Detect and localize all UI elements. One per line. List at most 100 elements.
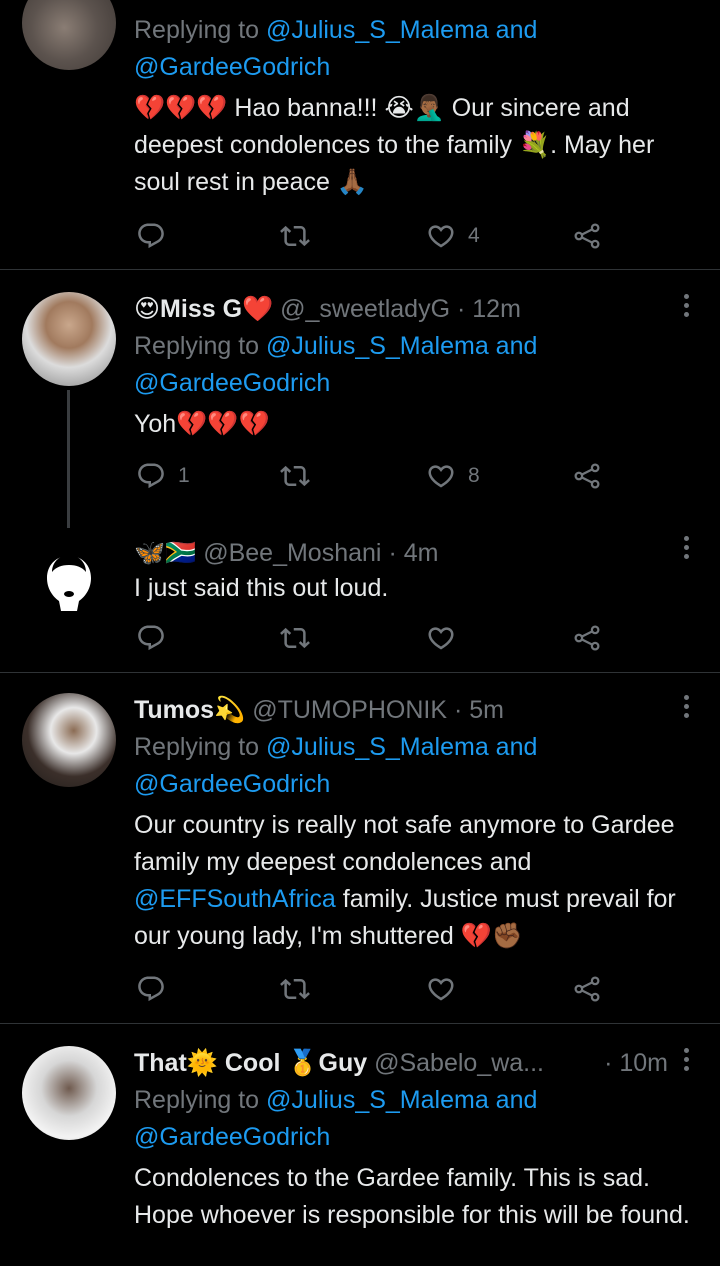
tweet-header: 😍Miss G❤️ @_sweetladyG · 12m [134, 290, 698, 328]
reply-button[interactable] [136, 618, 166, 658]
name-part: Cool [217, 1049, 288, 1077]
and-link[interactable]: and [489, 1086, 538, 1114]
like-button[interactable]: 8 [426, 456, 480, 496]
more-options-button[interactable] [684, 536, 690, 562]
share-button[interactable] [572, 456, 602, 496]
name-emoji: 💫 [214, 696, 246, 724]
reply-count: 1 [178, 464, 190, 487]
timestamp[interactable]: · 10m [604, 1044, 668, 1082]
reply-icon [136, 461, 166, 491]
heart-icon [426, 461, 456, 491]
mention-link[interactable]: @Julius_S_Malema [266, 733, 489, 761]
share-icon [572, 623, 602, 653]
timestamp[interactable]: · 5m [454, 696, 504, 724]
share-icon [572, 974, 602, 1004]
timestamp[interactable]: · 4m [388, 539, 438, 567]
sun-emoji: 🌞 [186, 1049, 218, 1077]
replying-to: Replying to @Julius_S_Malema and @Gardee… [134, 729, 698, 803]
replying-prefix: Replying to [134, 16, 260, 44]
timestamp[interactable]: · 12m [457, 295, 521, 323]
tweet-text: Yoh💔💔💔 [134, 410, 270, 438]
tweet-2[interactable]: 😍Miss G❤️ @_sweetladyG · 12m Replying to… [0, 270, 720, 528]
retweet-icon [280, 221, 310, 251]
retweet-icon [280, 461, 310, 491]
mention-link[interactable]: @EFFSouthAfrica [134, 885, 336, 913]
mention-link[interactable]: @GardeeGodrich [134, 369, 330, 397]
name-part: That [134, 1049, 187, 1077]
avatar[interactable] [22, 292, 116, 386]
share-icon [572, 461, 602, 491]
reply-icon [136, 974, 166, 1004]
replying-prefix: Replying to [134, 733, 260, 761]
more-options-button[interactable] [684, 695, 690, 721]
avatar[interactable] [22, 534, 116, 628]
share-icon [572, 221, 602, 251]
tweet-text: 💔💔💔 Hao banna!!! 😭🤦🏾‍♂️ Our sincere and … [134, 94, 655, 196]
tweet-text: I just said this out loud. [134, 574, 389, 602]
heart-icon [426, 974, 456, 1004]
avatar[interactable] [22, 693, 116, 787]
tweet-header: Tumos💫 @TUMOPHONIK · 5m [134, 691, 698, 729]
reply-icon [136, 221, 166, 251]
retweet-button[interactable] [280, 618, 310, 658]
like-count: 4 [468, 224, 480, 247]
retweet-button[interactable] [280, 216, 310, 256]
tweet-5[interactable]: That🌞 Cool 🥇Guy @Sabelo_wa... · 10m Repl… [0, 1024, 720, 1266]
reply-button[interactable] [136, 969, 166, 1009]
medal-emoji: 🥇 [287, 1049, 319, 1077]
tweet-3[interactable]: 🦋🇿🇦 @Bee_Moshani · 4m I just said this o… [0, 512, 720, 672]
more-options-button[interactable] [684, 294, 690, 320]
display-name[interactable]: That🌞 Cool 🥇Guy [134, 1049, 367, 1077]
like-count: 8 [468, 464, 480, 487]
reply-button[interactable] [136, 216, 166, 256]
share-button[interactable] [572, 969, 602, 1009]
share-button[interactable] [572, 618, 602, 658]
like-button[interactable]: 4 [426, 216, 480, 256]
display-name[interactable]: 😍Miss G❤️ [134, 295, 273, 323]
mention-link[interactable]: @GardeeGodrich [134, 1123, 330, 1151]
retweet-icon [280, 623, 310, 653]
share-button[interactable] [572, 216, 602, 256]
replying-prefix: Replying to [134, 332, 260, 360]
mention-link[interactable]: @GardeeGodrich [134, 53, 330, 81]
avatar[interactable] [22, 1046, 116, 1140]
heart-icon [426, 221, 456, 251]
mention-link[interactable]: @Julius_S_Malema [266, 1086, 489, 1114]
display-name[interactable]: 🦋🇿🇦 [134, 539, 196, 567]
handle[interactable]: @Sabelo_wa... [374, 1049, 544, 1077]
reply-icon [136, 623, 166, 653]
replying-to: Replying to @Julius_S_Malema and @Gardee… [134, 1082, 698, 1156]
handle[interactable]: @_sweetladyG [280, 295, 450, 323]
replying-to: Replying to @Julius_S_Malema and @Gardee… [134, 12, 698, 86]
and-link[interactable]: and [489, 16, 538, 44]
mention-link[interactable]: @Julius_S_Malema [266, 332, 489, 360]
retweet-button[interactable] [280, 969, 310, 1009]
reply-button[interactable]: 1 [136, 456, 190, 496]
and-link[interactable]: and [489, 733, 538, 761]
tweet-1[interactable]: Replying to @Julius_S_Malema and @Gardee… [0, 0, 720, 270]
mention-link[interactable]: @Julius_S_Malema [266, 16, 489, 44]
tweet-4[interactable]: Tumos💫 @TUMOPHONIK · 5m Replying to @Jul… [0, 673, 720, 1023]
heart-icon [426, 623, 456, 653]
thread-line [67, 390, 70, 528]
like-button[interactable] [426, 969, 456, 1009]
retweet-button[interactable] [280, 456, 310, 496]
retweet-icon [280, 974, 310, 1004]
more-options-button[interactable] [684, 1048, 690, 1074]
like-button[interactable] [426, 618, 456, 658]
avatar-silhouette-icon [22, 534, 116, 628]
display-name[interactable]: Tumos [134, 696, 214, 724]
and-link[interactable]: and [489, 332, 538, 360]
tweet-text-part: Our country is really not safe anymore t… [134, 811, 675, 876]
tweet-text: Condolences to the Gardee family. This i… [134, 1164, 690, 1229]
avatar[interactable] [22, 0, 116, 70]
tweet-text: Our country is really not safe anymore t… [134, 807, 698, 955]
tweet-header: 🦋🇿🇦 @Bee_Moshani · 4m [134, 534, 698, 572]
replying-prefix: Replying to [134, 1086, 260, 1114]
tweet-header: That🌞 Cool 🥇Guy @Sabelo_wa... · 10m [134, 1044, 698, 1082]
handle[interactable]: @Bee_Moshani [203, 539, 381, 567]
mention-link[interactable]: @GardeeGodrich [134, 770, 330, 798]
replying-to: Replying to @Julius_S_Malema and @Gardee… [134, 328, 698, 402]
name-part: Guy [318, 1049, 368, 1077]
handle[interactable]: @TUMOPHONIK [252, 696, 447, 724]
